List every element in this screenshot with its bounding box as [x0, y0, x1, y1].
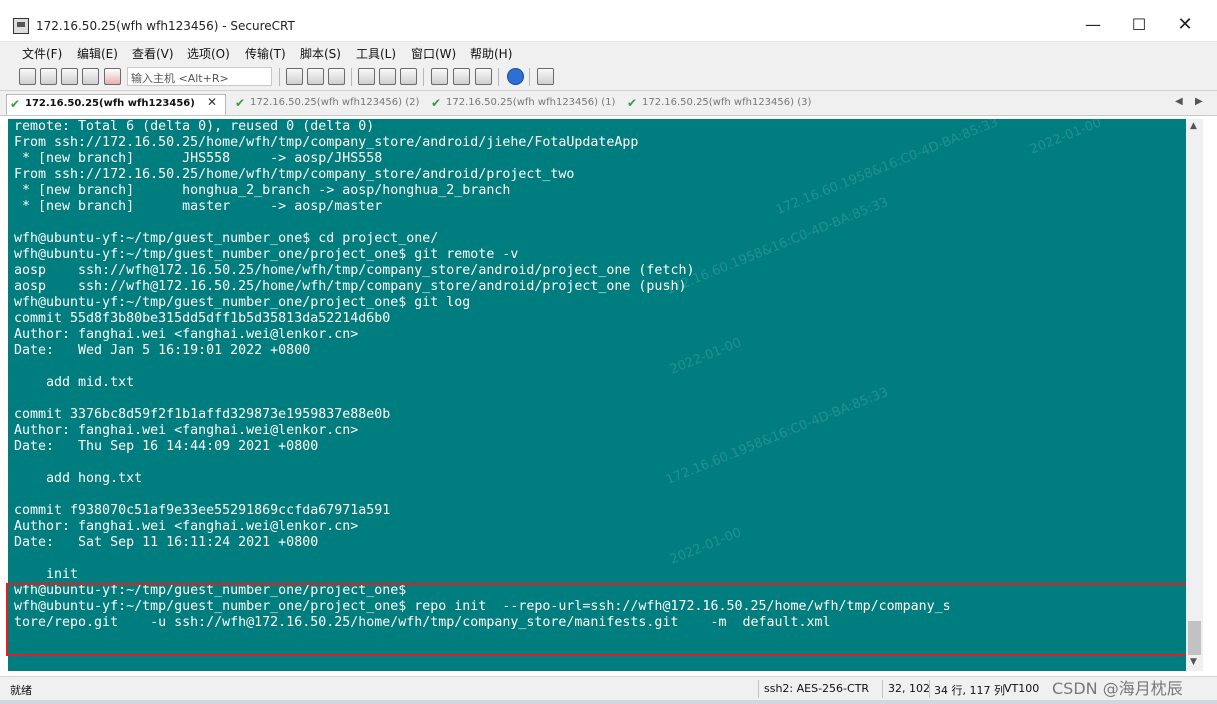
title-bar: 172.16.50.25(wfh wfh123456) - SecureCRT … [0, 0, 1217, 42]
quick-connect-icon[interactable] [40, 68, 57, 85]
menu-tools[interactable]: 工具(L) [356, 45, 396, 62]
status-ready: 就绪 [10, 684, 32, 697]
menu-view[interactable]: 查看(V) [132, 45, 174, 62]
print-selection-icon[interactable] [379, 68, 396, 85]
toolbar: 输入主机 <Alt+R> [0, 64, 1217, 91]
window-title: 172.16.50.25(wfh wfh123456) - SecureCRT [36, 19, 295, 33]
csdn-watermark: CSDN @海月枕辰 [1052, 679, 1183, 698]
minimize-button[interactable]: — [1070, 10, 1116, 40]
status-divider [758, 680, 759, 698]
maximize-button[interactable]: ☐ [1116, 10, 1162, 40]
scroll-down-icon[interactable]: ▼ [1190, 657, 1197, 667]
find-icon[interactable] [328, 68, 345, 85]
tab-label: 172.16.50.25(wfh wfh123456) (2) [250, 97, 420, 108]
connect-icon[interactable] [19, 68, 36, 85]
status-bar: 就绪 ssh2: AES-256-CTR 32, 102 34 行, 117 列… [0, 676, 1217, 700]
connected-check-icon: ✔ [235, 96, 246, 110]
toolbar-divider [529, 68, 530, 86]
status-divider [929, 680, 930, 698]
tab-label: 172.16.50.25(wfh wfh123456) (1) [446, 97, 616, 108]
menu-help[interactable]: 帮助(H) [470, 45, 512, 62]
tab-session-1[interactable]: ✔ 172.16.50.25(wfh wfh123456) [6, 94, 226, 115]
scroll-up-icon[interactable]: ▲ [1190, 121, 1197, 131]
connected-check-icon: ✔ [627, 96, 638, 110]
toolbar-divider [279, 68, 280, 86]
status-emulation: VT100 [1004, 682, 1040, 695]
menu-options[interactable]: 选项(O) [187, 45, 230, 62]
menu-edit[interactable]: 编辑(E) [77, 45, 118, 62]
background-watermark: 2022-01-00 [1027, 119, 1104, 158]
menu-bar: 文件(F) 编辑(E) 查看(V) 选项(O) 传输(T) 脚本(S) 工具(L… [0, 42, 1217, 64]
keymap-icon[interactable] [475, 68, 492, 85]
global-options-icon[interactable] [453, 68, 470, 85]
paste-icon[interactable] [307, 68, 324, 85]
menu-file[interactable]: 文件(F) [22, 45, 62, 62]
status-cipher: ssh2: AES-256-CTR [764, 682, 870, 695]
connect-tab-icon[interactable] [61, 68, 78, 85]
status-terminal-size: 34 行, 117 列 [934, 684, 1005, 697]
help-icon[interactable] [507, 68, 524, 85]
toolbar-divider [351, 68, 352, 86]
status-cursor-position: 32, 102 [888, 682, 930, 695]
reconnect-icon[interactable] [82, 68, 99, 85]
tab-label: 172.16.50.25(wfh wfh123456) (3) [642, 97, 812, 108]
print-icon[interactable] [358, 68, 375, 85]
tab-session-2[interactable]: ✔ 172.16.50.25(wfh wfh123456) (2) [232, 94, 422, 115]
tab-session-3[interactable]: ✔ 172.16.50.25(wfh wfh123456) (1) [428, 94, 618, 115]
screenshot-icon[interactable] [537, 68, 554, 85]
securecrt-app-icon [13, 18, 29, 34]
menu-window[interactable]: 窗口(W) [411, 45, 456, 62]
vertical-scrollbar[interactable]: ▲ ▼ [1186, 119, 1203, 671]
disconnect-icon[interactable] [104, 68, 121, 85]
connected-check-icon: ✔ [10, 97, 21, 111]
tab-close-icon[interactable]: ✕ [207, 95, 217, 109]
host-input[interactable]: 输入主机 <Alt+R> [127, 67, 272, 86]
menu-transfer[interactable]: 传输(T) [245, 45, 286, 62]
copy-icon[interactable] [286, 68, 303, 85]
tab-scroll-right-icon[interactable]: ▶ [1195, 96, 1203, 107]
session-options-icon[interactable] [431, 68, 448, 85]
tab-scroll-left-icon[interactable]: ◀ [1175, 96, 1183, 107]
connected-check-icon: ✔ [431, 96, 442, 110]
session-tab-strip: ✔ 172.16.50.25(wfh wfh123456) ✕ ✔ 172.16… [0, 91, 1217, 116]
menu-script[interactable]: 脚本(S) [300, 45, 341, 62]
terminal-output: remote: Total 6 (delta 0), reused 0 (del… [14, 119, 951, 630]
toolbar-divider [498, 68, 499, 86]
close-button[interactable]: ✕ [1162, 10, 1208, 40]
scroll-thumb[interactable] [1188, 621, 1201, 655]
toolbar-divider [423, 68, 424, 86]
tab-session-4[interactable]: ✔ 172.16.50.25(wfh wfh123456) (3) [624, 94, 816, 115]
tab-label: 172.16.50.25(wfh wfh123456) [25, 98, 195, 109]
status-divider [882, 680, 883, 698]
highlight-annotation-box [6, 583, 1202, 656]
log-session-icon[interactable] [400, 68, 417, 85]
window-bottom-edge [0, 700, 1217, 704]
